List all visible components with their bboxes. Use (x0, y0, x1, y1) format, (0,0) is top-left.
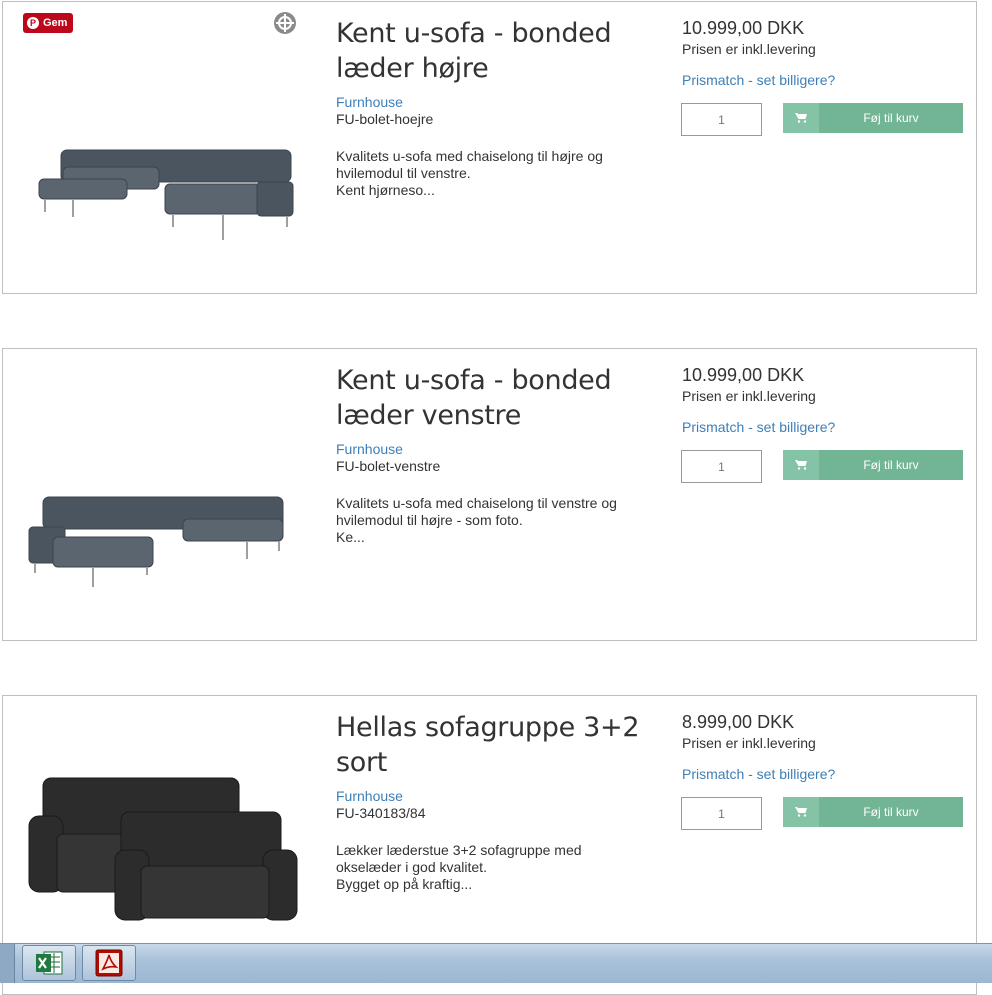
product-title[interactable]: Kent u-sofa - bonded læder venstre (336, 363, 656, 433)
product-price: 8.999,00 DKK (682, 712, 795, 732)
description-line: Ke... (336, 529, 365, 545)
cart-icon (783, 103, 819, 133)
add-to-cart-button[interactable]: Føj til kurv (783, 450, 963, 480)
description-line: Lækker læderstue 3+2 sofagruppe med (336, 842, 582, 858)
product-sku: FU-340183/84 (336, 805, 426, 821)
product-image[interactable] (23, 716, 303, 971)
prismatch-link[interactable]: Prismatch - set billigere? (682, 72, 835, 88)
product-image[interactable] (23, 369, 303, 624)
add-to-cart-label: Føj til kurv (863, 111, 919, 125)
add-to-cart-label: Føj til kurv (863, 458, 919, 472)
product-card: P Gem Kent u-sofa - bonded læder højre F… (2, 1, 977, 294)
taskbar-edge[interactable] (0, 944, 15, 983)
excel-icon (36, 951, 63, 975)
description-line: Kent hjørneso... (336, 182, 435, 198)
quantity-input[interactable] (681, 797, 762, 830)
prismatch-link[interactable]: Prismatch - set billigere? (682, 419, 835, 435)
pinterest-label: Gem (43, 17, 68, 29)
description-line: Kvalitets u-sofa med chaiselong til højr… (336, 148, 603, 164)
quantity-input[interactable] (681, 450, 762, 483)
pinterest-save-button[interactable]: P Gem (23, 13, 74, 33)
acrobat-icon (95, 949, 123, 977)
taskbar-excel-button[interactable] (22, 945, 76, 981)
product-title[interactable]: Kent u-sofa - bonded læder højre (336, 16, 656, 86)
taskbar-acrobat-button[interactable] (82, 945, 136, 981)
pinterest-icon: P (27, 17, 39, 29)
description-line: okselæder i god kvalitet. (336, 859, 487, 875)
brand-link[interactable]: Furnhouse (336, 441, 403, 457)
price-note: Prisen er inkl.levering (682, 735, 816, 751)
product-sku: FU-bolet-venstre (336, 458, 441, 474)
description-line: Kvalitets u-sofa med chaiselong til vens… (336, 495, 617, 511)
cart-icon (783, 450, 819, 480)
product-sku: FU-bolet-hoejre (336, 111, 434, 127)
product-image[interactable] (23, 22, 303, 277)
add-to-cart-button[interactable]: Føj til kurv (783, 103, 963, 133)
quantity-input[interactable] (681, 103, 762, 136)
product-price: 10.999,00 DKK (682, 18, 805, 38)
product-title[interactable]: Hellas sofagruppe 3+2 sort (336, 710, 656, 780)
product-description: Lækker læderstue 3+2 sofagruppe med okse… (336, 842, 636, 893)
add-to-cart-button[interactable]: Føj til kurv (783, 797, 963, 827)
price-note: Prisen er inkl.levering (682, 41, 816, 57)
description-line: hvilemodul til venstre. (336, 165, 471, 181)
product-card: Kent u-sofa - bonded læder venstre Furnh… (2, 348, 977, 641)
product-description: Kvalitets u-sofa med chaiselong til vens… (336, 495, 636, 546)
brand-link[interactable]: Furnhouse (336, 94, 403, 110)
description-line: Bygget op på kraftig... (336, 876, 473, 892)
add-to-cart-label: Føj til kurv (863, 805, 919, 819)
product-price: 10.999,00 DKK (682, 365, 805, 385)
zoom-icon[interactable] (273, 11, 297, 35)
cart-icon (783, 797, 819, 827)
product-description: Kvalitets u-sofa med chaiselong til højr… (336, 148, 636, 199)
taskbar (0, 943, 992, 983)
prismatch-link[interactable]: Prismatch - set billigere? (682, 766, 835, 782)
description-line: hvilemodul til højre - som foto. (336, 512, 523, 528)
price-note: Prisen er inkl.levering (682, 388, 816, 404)
brand-link[interactable]: Furnhouse (336, 788, 403, 804)
